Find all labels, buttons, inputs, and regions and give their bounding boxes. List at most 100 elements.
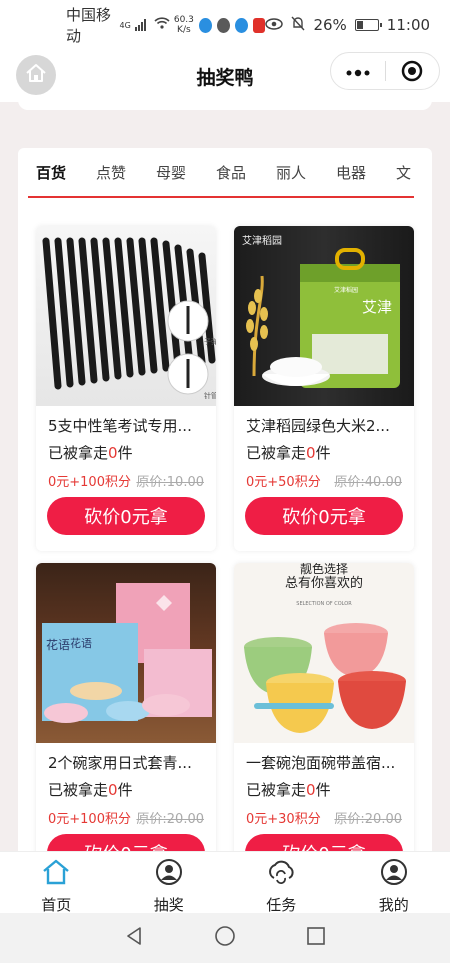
tab-tasks[interactable]: 任务 (225, 852, 338, 914)
banner-card (18, 96, 432, 110)
tab-tasks-label: 任务 (266, 896, 297, 914)
tab-lottery-label: 抽奖 (153, 896, 184, 914)
network-type: 4G (119, 20, 131, 30)
taken-prefix: 已被拿走 (48, 781, 109, 799)
app-notification-icon (198, 17, 212, 33)
tab-lottery[interactable]: 抽奖 (113, 852, 226, 914)
taken-number: 0 (306, 444, 316, 462)
pens-label-needle: 针管头 (204, 391, 216, 400)
battery-icon (354, 19, 382, 31)
product-title: 2个碗家用日式套青... (48, 754, 192, 772)
taken-suffix: 件 (315, 781, 331, 799)
product-title: 艾津稻园绿色大米2... (246, 417, 390, 435)
profile-icon (380, 858, 408, 890)
product-price: 0元+50积分 (246, 475, 321, 490)
original-price: 原价:10.00 (136, 475, 204, 490)
clock: 11:00 (386, 16, 431, 34)
tab-mine-label: 我的 (378, 896, 409, 914)
product-price: 0元+100积分 (48, 812, 131, 827)
net-speed: 60.3 K/s (174, 15, 194, 35)
net-speed-unit: K/s (177, 25, 191, 35)
tab-appliances[interactable]: 电器 (336, 162, 396, 183)
taken-prefix: 已被拿走 (246, 781, 307, 799)
rice-brand-label: 艾津稻园 (242, 235, 282, 247)
taken-suffix: 件 (117, 781, 133, 799)
rice-bag-brand: 艾津稻园 (334, 286, 358, 294)
bowls-box-label-2: 花语 (46, 637, 70, 652)
product-image-noodle-bowls: 靓色选择 总有你喜欢的 SELECTION OF COLOR (234, 563, 414, 743)
tab-maternal-baby[interactable]: 母婴 (156, 162, 216, 183)
tab-likes[interactable]: 点赞 (96, 162, 156, 183)
noodle-subtitle: SELECTION OF COLOR (296, 601, 352, 607)
tab-beauty[interactable]: 丽人 (276, 162, 336, 183)
taken-count: 已被拿走0件 (48, 442, 133, 463)
product-title: 一套碗泡面碗带盖宿... (246, 754, 396, 772)
wifi-icon (154, 17, 170, 33)
taken-count: 已被拿走0件 (48, 779, 133, 800)
taken-number: 0 (306, 781, 316, 799)
bottom-tab-bar: 首页 抽奖 任务 我的 (0, 851, 450, 914)
carrier-name: 中国移动 (66, 6, 112, 45)
taken-number: 0 (108, 444, 118, 462)
product-card[interactable]: 子弹头 针管头 5支中性笔考试专用... 已被拿走0件 0元+100积分 原价:… (36, 226, 216, 551)
product-card[interactable]: 花语 花语 2个碗家用日式套青... 已被拿走0件 0元+100积分 原价:20… (36, 563, 216, 888)
tab-stationery[interactable]: 文 (396, 162, 432, 183)
tab-home[interactable]: 首页 (0, 852, 113, 914)
product-image-pens: 子弹头 针管头 (36, 226, 216, 406)
product-title: 5支中性笔考试专用... (48, 417, 192, 435)
product-card[interactable]: 靓色选择 总有你喜欢的 SELECTION OF COLOR 一套碗泡面碗带盖宿… (234, 563, 414, 888)
taken-prefix: 已被拿走 (246, 444, 307, 462)
home-icon (41, 858, 71, 890)
net-speed-value: 60.3 (173, 15, 194, 25)
home-icon (25, 63, 47, 87)
taken-prefix: 已被拿走 (48, 444, 109, 462)
signal-icon (134, 19, 146, 31)
taken-count: 已被拿走0件 (246, 779, 331, 800)
target-icon (402, 60, 423, 82)
recents-square-icon[interactable] (306, 926, 326, 950)
original-price: 原价:40.00 (334, 475, 402, 490)
page-title: 抽奖鸭 (196, 66, 254, 89)
product-panel: 百货 点赞 母婴 食品 丽人 电器 文 子弹 针管 5支中性笔考试专用... 已… (18, 148, 432, 888)
taken-number: 0 (108, 781, 118, 799)
app-notification-icon (252, 17, 266, 33)
tab-mine[interactable]: 我的 (338, 852, 450, 914)
original-price: 原价:20.00 (334, 812, 402, 827)
bargain-button[interactable]: 砍价0元拿 (47, 497, 205, 535)
home-button[interactable] (16, 55, 56, 95)
back-icon[interactable] (124, 926, 144, 950)
product-image-rice: 艾津稻园 艾津 艾津稻园 (234, 226, 414, 406)
eye-icon (265, 16, 284, 34)
noodle-headline-2: 总有你喜欢的 (285, 575, 363, 591)
tab-active-indicator (28, 196, 414, 198)
refresh-cloud-icon (266, 858, 296, 890)
close-program-button[interactable] (386, 60, 440, 82)
status-bar: 中国移动 4G 60.3 K/s 26% 11:00 (0, 0, 450, 50)
product-card[interactable]: 艾津稻园 艾津 艾津稻园 艾津稻园绿色大米2... 已被拿走0件 0元+50积分… (234, 226, 414, 551)
taken-suffix: 件 (315, 444, 331, 462)
category-tabs: 百货 点赞 母婴 食品 丽人 电器 文 (18, 148, 432, 196)
nav-header: 抽奖鸭 (0, 50, 450, 102)
product-price: 0元+30积分 (246, 812, 321, 827)
pens-label-bullet: 子弹头 (204, 337, 216, 346)
rice-bag-title: 艾津 (362, 298, 392, 316)
app-notification-icon (234, 17, 248, 33)
tab-food[interactable]: 食品 (216, 162, 276, 183)
home-circle-icon[interactable] (214, 925, 236, 951)
app-notification-icon (216, 17, 230, 33)
more-menu-button[interactable] (331, 52, 385, 90)
tab-department-store[interactable]: 百货 (36, 162, 96, 183)
mute-bell-icon (291, 16, 305, 35)
product-price: 0元+100积分 (48, 475, 131, 490)
bargain-button[interactable]: 砍价0元拿 (245, 497, 403, 535)
battery-percent: 26% (313, 16, 347, 34)
taken-count: 已被拿走0件 (246, 442, 331, 463)
taken-suffix: 件 (117, 444, 133, 462)
tab-home-label: 首页 (41, 896, 72, 914)
user-circle-icon (155, 858, 183, 890)
product-image-bowls: 花语 花语 (36, 563, 216, 743)
more-dots-icon (346, 69, 370, 77)
mini-program-capsule (330, 52, 440, 90)
bowls-box-label-1: 花语 (70, 637, 92, 650)
system-navigation-bar (0, 913, 450, 963)
